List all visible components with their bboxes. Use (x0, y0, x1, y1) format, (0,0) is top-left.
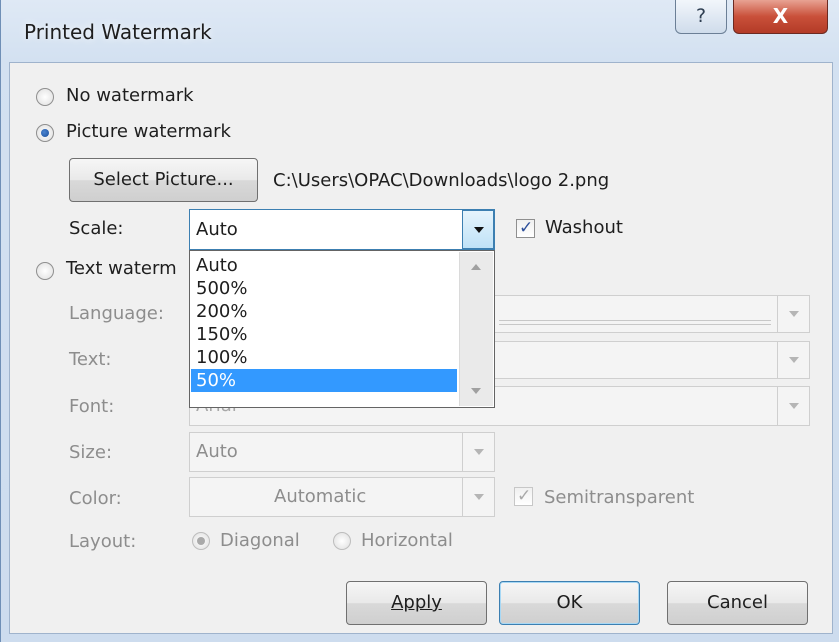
select-picture-button[interactable]: Select Picture... (69, 158, 258, 202)
no-watermark-label[interactable]: No watermark (66, 85, 194, 106)
ok-button[interactable]: OK (499, 581, 640, 625)
picture-watermark-radio[interactable] (36, 124, 54, 142)
scale-dropdown[interactable]: Auto (189, 209, 495, 250)
scale-option-500[interactable]: 500% (191, 277, 457, 300)
layout-horizontal-radio[interactable] (333, 532, 351, 550)
layout-label: Layout: (69, 531, 137, 552)
scale-option-50[interactable]: 50% (191, 369, 457, 392)
text-watermark-label[interactable]: Text waterm (66, 258, 177, 279)
layout-diagonal-radio[interactable] (192, 532, 210, 550)
apply-button-label: Apply (391, 592, 442, 613)
scroll-down-arrow-icon[interactable] (460, 372, 492, 406)
close-x-icon: X (772, 4, 789, 28)
semitransparent-label[interactable]: Semitransparent (544, 487, 694, 508)
help-button[interactable]: ? (675, 0, 727, 34)
chevron-down-icon (777, 387, 809, 425)
scale-label: Scale: (69, 218, 124, 239)
text-dropdown[interactable] (494, 341, 810, 379)
no-watermark-radio[interactable] (36, 88, 54, 106)
language-dropdown[interactable] (494, 295, 810, 333)
scale-option-150[interactable]: 150% (191, 323, 457, 346)
checkmark-icon: ✓ (519, 218, 534, 238)
scale-dropdown-value: Auto (196, 219, 238, 240)
checkmark-icon: ✓ (517, 486, 532, 506)
color-label: Color: (69, 488, 122, 509)
question-mark-icon: ? (695, 5, 707, 27)
font-label: Font: (69, 396, 115, 417)
scale-option-200[interactable]: 200% (191, 300, 457, 323)
chevron-down-icon[interactable] (462, 210, 494, 249)
picture-file-path: C:\Users\OPAC\Downloads\logo 2.png (273, 170, 610, 191)
layout-diagonal-label[interactable]: Diagonal (220, 530, 300, 551)
scale-dropdown-list: Auto 500% 200% 150% 100% 50% (189, 250, 495, 408)
scale-option-auto[interactable]: Auto (191, 254, 457, 277)
language-label: Language: (69, 303, 164, 324)
chevron-down-icon (462, 478, 494, 516)
close-button[interactable]: X (733, 0, 828, 34)
washout-label[interactable]: Washout (545, 217, 623, 238)
size-dropdown[interactable]: Auto (189, 432, 495, 472)
size-dropdown-value: Auto (196, 441, 238, 462)
apply-button[interactable]: Apply (346, 581, 487, 625)
semitransparent-checkbox[interactable]: ✓ (514, 486, 533, 506)
text-label: Text: (69, 349, 112, 370)
cancel-button[interactable]: Cancel (667, 581, 808, 625)
dialog-title: Printed Watermark (24, 20, 212, 44)
chevron-down-icon (777, 296, 809, 332)
picture-watermark-label[interactable]: Picture watermark (66, 121, 231, 142)
chevron-down-icon (462, 433, 494, 471)
scroll-up-arrow-icon[interactable] (460, 252, 492, 286)
color-dropdown-value: Automatic (274, 486, 367, 507)
layout-horizontal-label[interactable]: Horizontal (361, 530, 453, 551)
washout-checkbox[interactable]: ✓ (516, 218, 535, 238)
list-scrollbar[interactable] (459, 252, 493, 406)
text-watermark-radio[interactable] (36, 262, 54, 280)
chevron-down-icon (777, 342, 809, 378)
size-label: Size: (69, 442, 113, 463)
color-dropdown[interactable]: Automatic (189, 477, 495, 517)
scale-option-100[interactable]: 100% (191, 346, 457, 369)
